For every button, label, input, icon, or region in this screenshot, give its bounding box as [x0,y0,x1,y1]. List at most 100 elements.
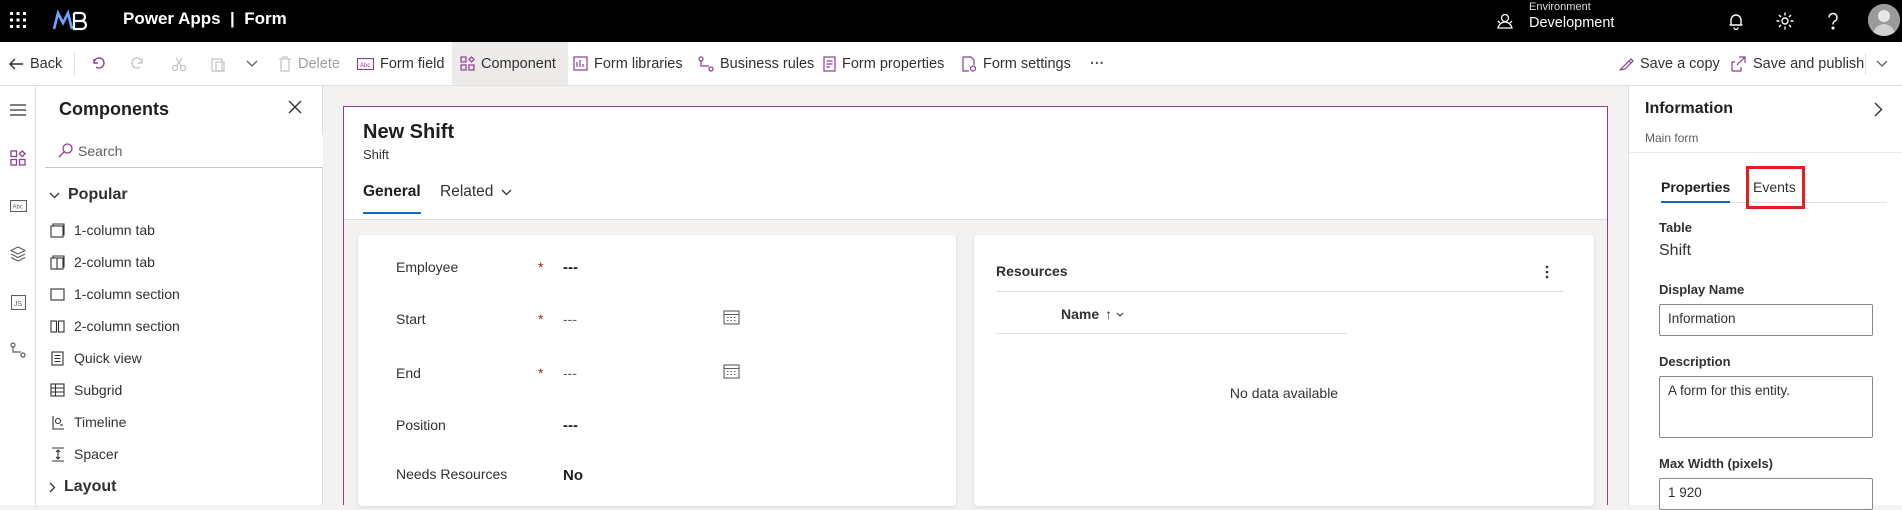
display-name-field[interactable]: Information [1659,304,1873,336]
undo-button[interactable] [90,42,106,85]
spacer-icon [49,446,66,462]
max-width-label: Max Width (pixels) [1659,456,1774,471]
field-value[interactable]: --- [563,417,578,434]
more-options-icon[interactable] [1545,265,1549,279]
back-label: Back [30,55,63,72]
form-settings-label: Form settings [983,55,1071,72]
form-properties-button[interactable]: Form properties [823,42,944,85]
description-label: Description [1659,354,1731,369]
required-indicator: * [538,311,544,327]
layout-section-header[interactable]: Layout [49,478,116,496]
component-item[interactable]: Spacer [49,446,118,462]
calendar-icon[interactable] [723,309,740,325]
chevron-down-icon [246,60,258,68]
component-item[interactable]: 1-column tab [49,222,155,238]
form-libraries-label: Form libraries [594,55,683,72]
tab-related-label: Related [440,183,494,200]
form-settings-button[interactable]: Form settings [961,42,1071,85]
components-title: Components [59,99,169,119]
save-copy-label: Save a copy [1640,55,1720,72]
cut-button[interactable] [171,42,187,85]
field-value[interactable]: --- [563,311,577,327]
app-launcher-icon[interactable] [8,10,28,30]
save-copy-button[interactable]: Save a copy [1619,42,1720,85]
required-indicator: * [538,259,544,275]
chevron-right-icon[interactable] [1874,102,1883,117]
field-value[interactable]: No [563,467,583,484]
component-item-label: 1-column section [74,286,180,302]
form-preview[interactable]: New Shift Shift General Related Employee… [343,106,1608,506]
tab-related[interactable]: Related [440,183,512,201]
back-button[interactable]: Back [8,42,62,85]
save-publish-button[interactable]: Save and publish [1731,42,1864,85]
user-avatar[interactable] [1868,4,1900,36]
max-width-field[interactable]: 1 920 [1659,478,1873,510]
calendar-icon[interactable] [723,363,740,379]
column-header-label: Name [1061,306,1100,322]
delete-button[interactable]: Delete [278,42,340,85]
component-item[interactable]: 2-column section [49,318,180,334]
library-icon [573,56,588,71]
back-arrow-icon [8,57,24,71]
form-field-button[interactable]: Abc Form field [357,42,444,85]
business-rules-button[interactable]: Business rules [698,42,814,85]
search-input[interactable]: Search [45,135,323,168]
paste-button[interactable] [210,42,226,85]
component-item[interactable]: Timeline [49,414,126,430]
paste-icon [210,56,226,72]
tab-general[interactable]: General [363,183,421,214]
svg-text:Abc: Abc [12,205,22,211]
quick-view-icon [49,350,66,366]
close-icon[interactable] [288,100,302,114]
more-actions-chevron[interactable] [246,42,258,85]
components-nav-icon[interactable] [8,148,28,168]
field-value[interactable]: --- [563,259,578,276]
component-icon [460,56,475,71]
form-libraries-nav-icon[interactable]: JS [8,292,28,312]
column-header-name[interactable]: Name ↑ [1061,306,1124,322]
table-columns-icon[interactable]: Abc [8,196,28,216]
component-item-label: 2-column section [74,318,180,334]
field-label: Needs Resources [396,466,508,482]
notifications-icon[interactable] [1724,9,1748,33]
properties-subtitle: Main form [1645,131,1699,145]
component-button[interactable]: Component [452,42,568,85]
two-column-tab-icon [49,254,66,270]
redo-button[interactable] [130,42,146,85]
help-icon[interactable] [1821,9,1845,33]
field-value[interactable]: --- [563,365,577,381]
save-publish-icon [1731,55,1747,72]
general-section[interactable]: Employee * --- Start * --- End * --- Pos… [358,235,956,506]
top-bar: Power Apps | Form Environment Developmen… [0,0,1902,42]
settings-gear-icon[interactable] [1773,9,1797,33]
save-options-chevron[interactable] [1876,42,1888,85]
field-label: Start [396,311,426,327]
field-label: End [396,365,421,381]
form-libraries-button[interactable]: Form libraries [573,42,683,85]
resources-subgrid[interactable]: Resources Name ↑ No data available [974,235,1594,506]
chevron-down-icon [1876,60,1888,68]
description-field[interactable]: A form for this entity. [1659,376,1873,438]
business-rules-nav-icon[interactable] [8,340,28,360]
form-canvas: New Shift Shift General Related Employee… [323,86,1628,506]
svg-text:JS: JS [14,301,23,308]
component-item[interactable]: 2-column tab [49,254,155,270]
divider [74,53,75,75]
divider [1865,53,1866,75]
popular-section-header[interactable]: Popular [49,186,128,204]
tree-view-icon[interactable] [8,244,28,264]
timeline-icon [49,415,66,430]
table-value: Shift [1659,242,1692,259]
environment-icon [1496,12,1514,30]
form-header: New Shift Shift General Related [344,107,1607,220]
overflow-button[interactable]: ··· [1090,42,1105,85]
component-item[interactable]: Subgrid [49,382,122,398]
divider [996,333,1347,334]
hamburger-menu-icon[interactable] [8,100,28,120]
subgrid-icon [49,383,66,397]
component-item[interactable]: Quick view [49,350,142,366]
app-title: Power Apps | Form [123,9,287,28]
component-item[interactable]: 1-column section [49,286,180,302]
tab-properties[interactable]: Properties [1661,179,1731,203]
svg-text:Abc: Abc [360,63,370,69]
